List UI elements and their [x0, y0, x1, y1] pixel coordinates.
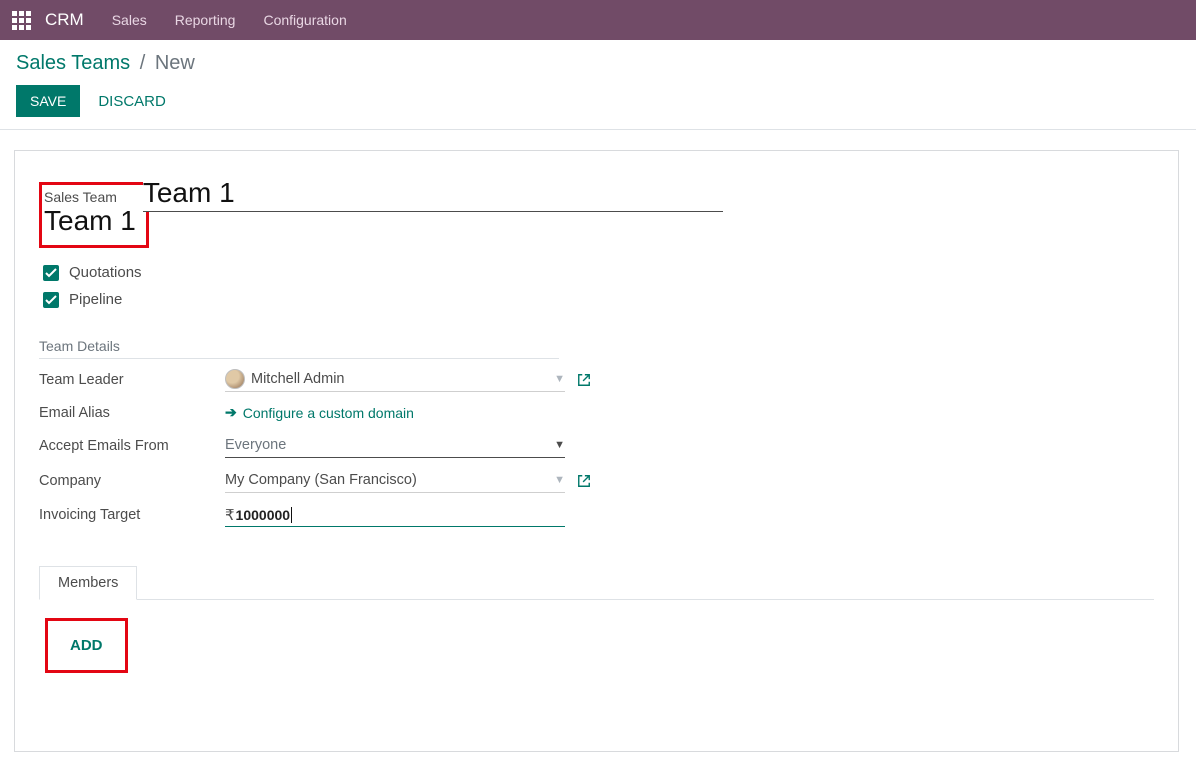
team-leader-input[interactable]	[251, 369, 550, 389]
configure-domain-link[interactable]: ➔ Configure a custom domain	[225, 404, 414, 421]
company-input[interactable]	[225, 470, 550, 490]
invoicing-target-value: 1000000	[236, 507, 291, 523]
external-link-icon[interactable]	[577, 474, 591, 488]
accept-emails-select[interactable]	[225, 435, 550, 455]
email-alias-cell: ➔ Configure a custom domain	[225, 402, 565, 423]
team-name-input[interactable]	[143, 175, 723, 212]
accept-emails-cell: ▼	[225, 433, 565, 458]
form-wrapper: Sales Team Team 1 Quotations Pipeline Te…	[0, 130, 1196, 772]
configure-domain-text: Configure a custom domain	[243, 405, 414, 421]
add-member-button[interactable]: ADD	[70, 637, 103, 654]
invoicing-target-cell: ₹ 1000000	[225, 503, 565, 527]
arrow-right-icon: ➔	[225, 404, 237, 421]
invoicing-target-row: Invoicing Target ₹ 1000000	[39, 503, 1154, 527]
team-leader-row: Team Leader ▼	[39, 367, 1154, 392]
highlight-title-box: Sales Team Team 1	[39, 182, 149, 248]
tab-members[interactable]: Members	[39, 566, 137, 600]
checkbox-group: Quotations Pipeline	[43, 264, 1154, 308]
discard-button[interactable]: DISCARD	[98, 93, 166, 110]
nav-link-sales[interactable]: Sales	[112, 12, 147, 28]
section-team-details: Team Details	[39, 338, 559, 359]
title-display: Team 1	[44, 205, 136, 237]
highlight-add-box: ADD	[45, 618, 128, 673]
quotations-label: Quotations	[69, 264, 142, 281]
tab-body-members: ADD	[39, 600, 1154, 691]
chevron-down-icon[interactable]: ▼	[554, 474, 565, 486]
currency-symbol: ₹	[225, 506, 235, 524]
breadcrumb-current: New	[155, 52, 195, 74]
brand-title[interactable]: CRM	[45, 10, 84, 30]
email-alias-label: Email Alias	[39, 405, 225, 421]
accept-emails-label: Accept Emails From	[39, 438, 225, 454]
invoicing-target-label: Invoicing Target	[39, 507, 225, 523]
team-leader-cell: ▼	[225, 367, 565, 392]
nav-link-configuration[interactable]: Configuration	[263, 12, 346, 28]
breadcrumb-root[interactable]: Sales Teams	[16, 52, 130, 74]
company-cell: ▼	[225, 468, 565, 493]
pipeline-label: Pipeline	[69, 291, 122, 308]
navbar: CRM Sales Reporting Configuration	[0, 0, 1196, 40]
avatar-icon	[225, 369, 245, 389]
quotations-checkbox[interactable]	[43, 265, 59, 281]
tabs: Members	[39, 565, 1154, 600]
action-buttons: SAVE DISCARD	[16, 85, 1180, 117]
control-bar: Sales Teams / New SAVE DISCARD	[0, 40, 1196, 130]
quotations-row: Quotations	[43, 264, 1154, 281]
accept-emails-row: Accept Emails From ▼	[39, 433, 1154, 458]
company-row: Company ▼	[39, 468, 1154, 493]
title-label: Sales Team	[44, 189, 136, 205]
email-alias-row: Email Alias ➔ Configure a custom domain	[39, 402, 1154, 423]
team-leader-label: Team Leader	[39, 372, 225, 388]
nav-link-reporting[interactable]: Reporting	[175, 12, 236, 28]
breadcrumb: Sales Teams / New	[16, 52, 1180, 75]
pipeline-checkbox[interactable]	[43, 292, 59, 308]
external-link-icon[interactable]	[577, 373, 591, 387]
apps-icon[interactable]	[12, 11, 31, 30]
form-sheet: Sales Team Team 1 Quotations Pipeline Te…	[14, 150, 1179, 752]
pipeline-row: Pipeline	[43, 291, 1154, 308]
chevron-down-icon[interactable]: ▼	[554, 373, 565, 385]
chevron-down-icon[interactable]: ▼	[554, 439, 565, 451]
breadcrumb-separator: /	[140, 52, 146, 74]
save-button[interactable]: SAVE	[16, 85, 80, 117]
company-label: Company	[39, 473, 225, 489]
